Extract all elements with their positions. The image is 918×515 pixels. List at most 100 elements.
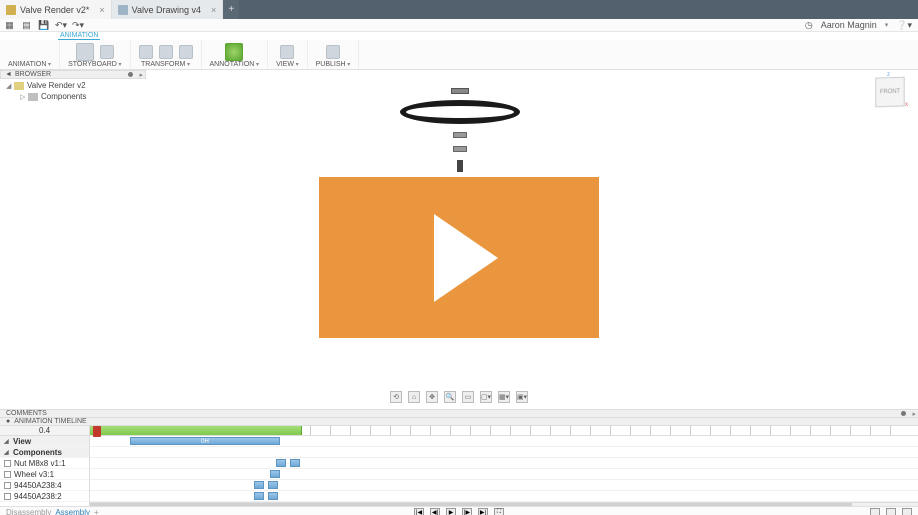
canvas-workspace[interactable]: ◄ BROWSER ▸ ◢ Valve Render v2 ▷ Componen… [0, 70, 918, 409]
timeline-title: ANIMATION TIMELINE [14, 418, 86, 425]
zoom-out-icon[interactable] [870, 508, 880, 515]
close-icon[interactable]: × [99, 5, 104, 15]
new-file-icon[interactable]: ▤ [21, 20, 32, 31]
play-pause-icon[interactable]: ▶ [446, 508, 456, 515]
track-lane-item[interactable] [90, 469, 918, 480]
new-tab-button[interactable]: + [223, 0, 239, 19]
skip-end-icon[interactable]: ▶| [478, 508, 488, 515]
clip[interactable] [268, 481, 278, 489]
clip[interactable] [290, 459, 300, 467]
panel-collapse-icon[interactable]: ▸ [139, 71, 143, 79]
publish-icon[interactable] [326, 45, 340, 59]
clip[interactable] [254, 492, 264, 500]
track-view[interactable]: ◢ View [0, 436, 89, 447]
lookat-icon[interactable]: ⌂ [408, 391, 420, 403]
track-item[interactable]: 94450A238:4 [0, 480, 89, 491]
move-icon[interactable] [139, 45, 153, 59]
storyboard-icon[interactable] [76, 43, 94, 61]
ribbon-group-annotation[interactable]: ANNOTATION [202, 40, 269, 69]
playhead[interactable] [93, 426, 101, 437]
zoom-fit-icon[interactable] [886, 508, 896, 515]
model-handwheel [400, 100, 520, 124]
step-back-icon[interactable]: ◀| [430, 508, 440, 515]
track-lane-components[interactable] [90, 447, 918, 458]
track-lane-item[interactable] [90, 491, 918, 502]
viewcube[interactable]: z FRONT x [872, 74, 908, 110]
redo-icon[interactable]: ↷▾ [72, 20, 83, 31]
zoom-icon[interactable]: 🔍 [444, 391, 456, 403]
ribbon-group-view[interactable]: VIEW [268, 40, 308, 69]
checkbox-icon[interactable] [4, 493, 11, 500]
comments-panel-header[interactable]: COMMENTS ▸ [0, 409, 918, 418]
save-icon[interactable]: 💾 [38, 20, 49, 31]
clip[interactable] [268, 492, 278, 500]
active-range[interactable] [90, 426, 302, 435]
expand-icon[interactable]: ◢ [4, 438, 10, 445]
clip[interactable] [276, 459, 286, 467]
timeline-tracks-area[interactable]: 0H [90, 426, 918, 506]
expand-icon[interactable]: ◢ [4, 449, 10, 456]
app-grid-icon[interactable]: ▦ [4, 20, 15, 31]
current-time-display[interactable]: 0.4 [0, 426, 89, 436]
checkbox-icon[interactable] [4, 460, 11, 467]
undo-icon[interactable]: ↶▾ [55, 20, 66, 31]
timeline-ruler[interactable] [90, 426, 918, 436]
add-storyboard-button[interactable]: + [94, 508, 99, 515]
clock-icon[interactable]: ◷ [805, 20, 813, 31]
clip-view[interactable]: 0H [130, 437, 280, 445]
panel-collapse-icon[interactable]: ▸ [912, 410, 916, 418]
viewcube-face[interactable]: FRONT [875, 77, 904, 108]
clip[interactable] [270, 470, 280, 478]
expand-icon[interactable]: ◢ [6, 82, 14, 90]
user-name-label[interactable]: Aaron Magnin [821, 20, 877, 30]
orbit-icon[interactable]: ⟲ [390, 391, 402, 403]
skip-start-icon[interactable]: |◀ [414, 508, 424, 515]
expand-icon[interactable]: ▷ [20, 93, 28, 101]
panel-options-icon[interactable] [128, 72, 133, 77]
display-settings-icon[interactable]: ▢▾ [480, 391, 492, 403]
track-item[interactable]: 94450A238:2 [0, 491, 89, 502]
checkbox-icon[interactable] [4, 482, 11, 489]
restore-icon[interactable] [179, 45, 193, 59]
track-item[interactable]: Wheel v3:1 [0, 469, 89, 480]
ribbon-group-animation[interactable]: ANIMATION [0, 40, 60, 69]
zoom-in-icon[interactable] [902, 508, 912, 515]
loop-icon[interactable]: ⛶ [494, 508, 504, 515]
track-lane-view[interactable]: 0H [90, 436, 918, 447]
tree-root-label: Valve Render v2 [27, 81, 86, 90]
browser-title: BROWSER [15, 71, 51, 78]
help-icon[interactable]: ❔▾ [896, 20, 912, 31]
track-lane-item[interactable] [90, 480, 918, 491]
view-icon[interactable] [280, 45, 294, 59]
mode-disassembly[interactable]: Disassembly [6, 508, 51, 515]
ribbon-group-storyboard[interactable]: STORYBOARD [60, 40, 130, 69]
ribbon-group-transform[interactable]: TRANSFORM [131, 40, 202, 69]
tree-root[interactable]: ◢ Valve Render v2 [2, 80, 146, 91]
track-label: Components [13, 448, 62, 457]
track-lane-item[interactable] [90, 458, 918, 469]
track-item-label: Wheel v3:1 [14, 470, 54, 479]
document-tab-active[interactable]: Valve Render v2* × [0, 0, 112, 19]
grid-icon[interactable]: ▦▾ [498, 391, 510, 403]
ribbon-group-publish[interactable]: PUBLISH [308, 40, 360, 69]
track-item[interactable]: Nut M8x8 v1:1 [0, 458, 89, 469]
track-components[interactable]: ◢ Components [0, 447, 89, 458]
panel-options-icon[interactable] [901, 411, 906, 416]
checkbox-icon[interactable] [4, 471, 11, 478]
fit-icon[interactable]: ▭ [462, 391, 474, 403]
rotate-icon[interactable] [159, 45, 173, 59]
viewport-icon[interactable]: ▣▾ [516, 391, 528, 403]
close-icon[interactable]: × [211, 5, 216, 15]
timeline-panel-header[interactable]: ● ANIMATION TIMELINE [0, 418, 918, 426]
browser-panel-header[interactable]: ◄ BROWSER ▸ [0, 70, 146, 79]
mode-tab-animation[interactable]: ANIMATION [58, 32, 100, 40]
step-forward-icon[interactable]: |▶ [462, 508, 472, 515]
mode-assembly[interactable]: Assembly [55, 508, 90, 515]
storyboard-new-icon[interactable] [100, 45, 114, 59]
tree-child[interactable]: ▷ Components [2, 91, 146, 102]
document-tab-inactive[interactable]: Valve Drawing v4 × [112, 0, 224, 19]
video-play-overlay[interactable] [319, 177, 599, 338]
annotation-icon[interactable] [225, 43, 243, 61]
clip[interactable] [254, 481, 264, 489]
pan-icon[interactable]: ✥ [426, 391, 438, 403]
